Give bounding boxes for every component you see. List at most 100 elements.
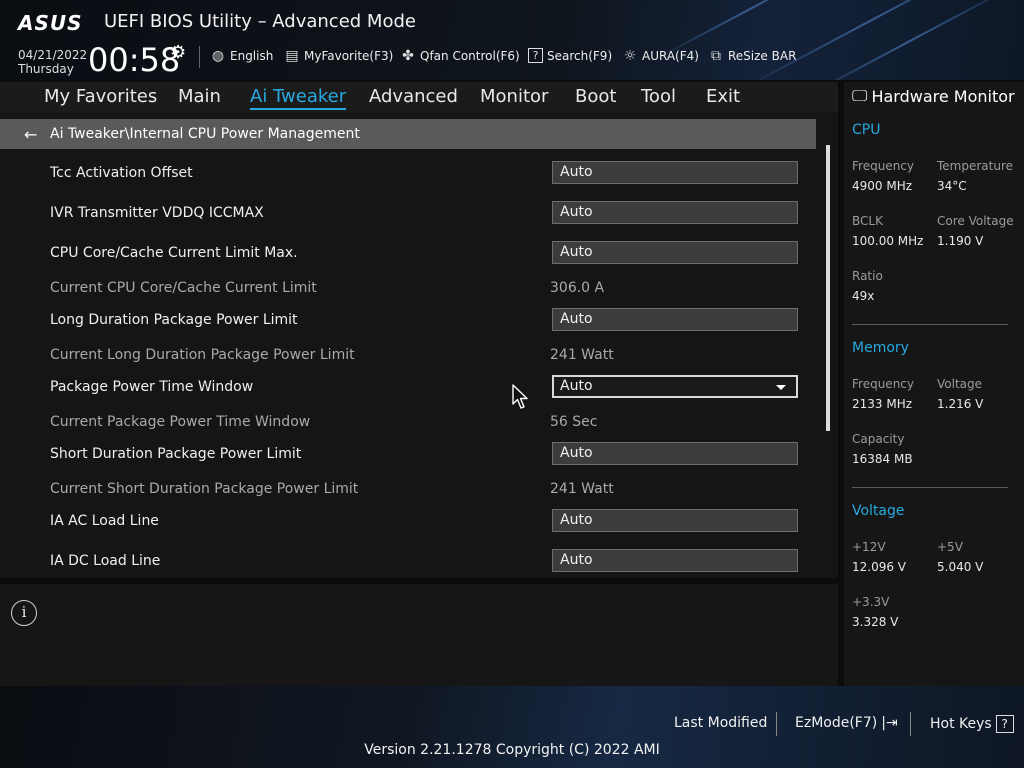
search-label: Search(F9) [547,48,613,63]
qfan-control-label: Qfan Control(F6) [420,49,520,63]
setting-label: Package Power Time Window [50,379,254,395]
info-icon: i [11,600,37,626]
qfan-control-button[interactable]: ✤ Qfan Control(F6) [400,48,520,64]
tab-my-favorites[interactable]: My Favorites [44,86,157,107]
breadcrumb-text: Ai Tweaker\Internal CPU Power Management [50,126,360,142]
info-label: Current Package Power Time Window [50,414,311,430]
info-label: Current CPU Core/Cache Current Limit [50,280,317,296]
info-value: 56 Sec [550,414,598,430]
setting-label: IA DC Load Line [50,553,161,569]
fan-icon: ✤ [402,48,414,64]
footer-bar: Last Modified EzMode(F7) |⇥ Hot Keys ? V… [0,686,1024,768]
setting-label: CPU Core/Cache Current Limit Max. [50,245,298,261]
tab-tool[interactable]: Tool [641,86,676,107]
tab-ai-tweaker[interactable]: Ai Tweaker [250,86,347,110]
hardware-monitor-panel: 🖵 Hardware Monitor CPU Frequency 4900 MH… [844,82,1024,686]
setting-row-package-power-time-window[interactable]: Package Power Time Window Auto [0,375,816,403]
info-value: 306.0 A [550,280,605,296]
long-duration-power-limit-field[interactable]: Auto [552,308,798,331]
help-info-panel: i [0,584,838,686]
cpu-temperature-value: 34°C [937,179,967,193]
section-divider [852,324,1008,325]
ia-ac-load-line-field[interactable]: Auto [552,509,798,532]
setting-label: Tcc Activation Offset [50,165,193,181]
hot-keys-button[interactable]: Hot Keys ? [930,715,1014,733]
info-label: Current Short Duration Package Power Lim… [50,481,359,497]
memory-frequency-label: Frequency [852,377,914,391]
setting-row-long-duration-power-limit[interactable]: Long Duration Package Power Limit Auto [0,308,816,336]
setting-row-ia-dc-load-line[interactable]: IA DC Load Line Auto [0,549,816,577]
cpu-frequency-label: Frequency [852,159,914,173]
ezmode-button[interactable]: EzMode(F7) |⇥ [795,715,898,731]
resize-bar-icon: ⧉ [711,48,721,64]
voltage-section-heading: Voltage [852,503,905,519]
language-button[interactable]: ◍ English [210,48,273,64]
setting-label: Short Duration Package Power Limit [50,446,302,462]
info-label: Current Long Duration Package Power Limi… [50,347,355,363]
language-label: English [230,49,274,63]
info-row-current-cpu-core-cache-limit: Current CPU Core/Cache Current Limit 306… [0,276,816,304]
setting-row-short-duration-power-limit[interactable]: Short Duration Package Power Limit Auto [0,442,816,470]
v12-label: +12V [852,540,886,554]
breadcrumb[interactable]: ← Ai Tweaker\Internal CPU Power Manageme… [0,119,816,149]
package-power-time-window-dropdown[interactable]: Auto [552,375,798,398]
cpu-section-heading: CPU [852,122,881,138]
cpu-frequency-value: 4900 MHz [852,179,913,193]
tab-main[interactable]: Main [178,86,221,107]
tab-monitor[interactable]: Monitor [480,86,548,107]
cpu-core-cache-limit-max-field[interactable]: Auto [552,241,798,264]
tab-exit[interactable]: Exit [706,86,740,107]
info-row-current-package-power-time-window: Current Package Power Time Window 56 Sec [0,410,816,438]
setting-row-ia-ac-load-line[interactable]: IA AC Load Line Auto [0,509,816,537]
setting-label: IVR Transmitter VDDQ ICCMAX [50,205,264,221]
info-value: 241 Watt [550,481,614,497]
monitor-icon: 🖵 [852,86,868,105]
aura-button[interactable]: ☼ AURA(F4) [622,48,699,64]
hot-keys-label: Hot Keys [930,716,992,732]
tab-advanced[interactable]: Advanced [369,86,458,107]
aura-icon: ☼ [623,48,637,64]
bclk-label: BCLK [852,214,883,228]
memory-section-heading: Memory [852,340,909,356]
myfavorite-button[interactable]: ▤ MyFavorite(F3) [284,48,393,64]
ratio-label: Ratio [852,269,883,283]
app-title: UEFI BIOS Utility – Advanced Mode [104,11,416,32]
resize-bar-button[interactable]: ⧉ ReSize BAR [708,48,796,64]
v12-value: 12.096 V [852,560,907,574]
tcc-activation-offset-field[interactable]: Auto [552,161,798,184]
search-button[interactable]: ? Search(F9) [528,48,612,63]
tab-boot[interactable]: Boot [575,86,616,107]
memory-frequency-value: 2133 MHz [852,397,913,411]
myfavorite-label: MyFavorite(F3) [304,49,394,63]
setting-label: IA AC Load Line [50,513,159,529]
date-display: 04/21/2022 [18,48,88,62]
core-voltage-label: Core Voltage [937,214,1014,228]
back-arrow-icon[interactable]: ← [24,125,42,144]
short-duration-power-limit-field[interactable]: Auto [552,442,798,465]
bclk-value: 100.00 MHz [852,234,924,248]
last-modified-button[interactable]: Last Modified [674,715,767,731]
exit-arrow-icon: |⇥ [881,715,898,731]
memory-capacity-value: 16384 MB [852,452,913,466]
gear-icon[interactable]: ⚙ [170,42,186,63]
footer-divider [910,712,911,736]
last-modified-label: Last Modified [674,715,768,731]
hardware-monitor-title: 🖵 Hardware Monitor [852,86,1015,106]
setting-row-cpu-core-cache-limit-max[interactable]: CPU Core/Cache Current Limit Max. Auto [0,241,816,269]
info-row-current-short-duration-power-limit: Current Short Duration Package Power Lim… [0,477,816,505]
setting-row-ivr-vddq-iccmax[interactable]: IVR Transmitter VDDQ ICCMAX Auto [0,201,816,229]
version-text: Version 2.21.1278 Copyright (C) 2022 AMI [364,742,660,758]
core-voltage-value: 1.190 V [937,234,984,248]
cpu-temperature-label: Temperature [937,159,1014,173]
asus-logo: ASUS [18,11,83,35]
setting-label: Long Duration Package Power Limit [50,312,298,328]
aura-label: AURA(F4) [642,49,699,63]
memory-voltage-value: 1.216 V [937,397,984,411]
scrollbar[interactable] [826,145,830,431]
ia-dc-load-line-field[interactable]: Auto [552,549,798,572]
help-key-icon: ? [995,715,1014,733]
day-display: Thursday [18,62,74,76]
footer-divider [776,712,777,736]
ivr-vddq-iccmax-field[interactable]: Auto [552,201,798,224]
setting-row-tcc-activation-offset[interactable]: Tcc Activation Offset Auto [0,161,816,189]
